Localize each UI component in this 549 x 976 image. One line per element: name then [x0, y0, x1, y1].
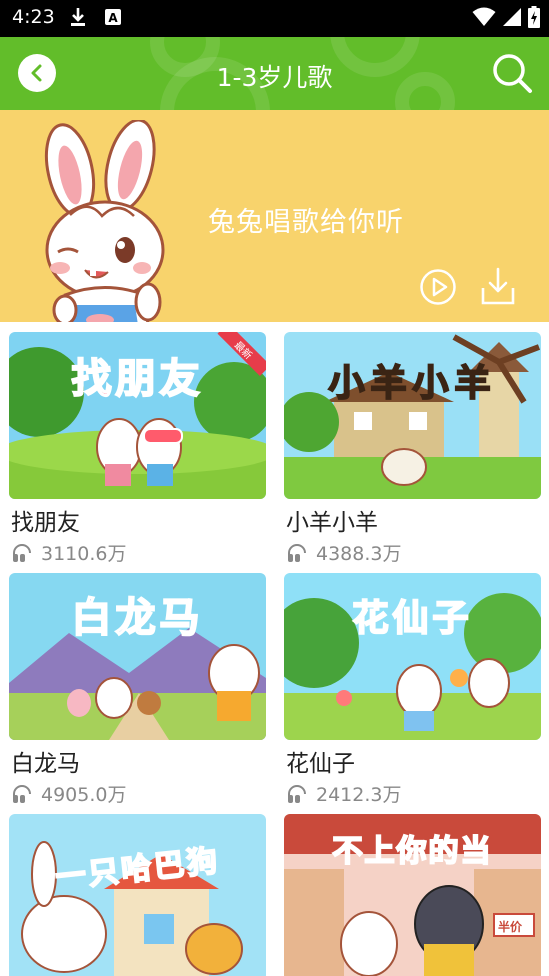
app-bar: 1-3岁儿歌: [0, 37, 549, 110]
song-card[interactable]: 花仙子 花仙子 2412.3万: [284, 573, 541, 807]
search-icon: [493, 54, 532, 93]
song-thumbnail[interactable]: 白龙马: [9, 573, 266, 740]
song-thumbnail[interactable]: 最新 找朋友: [9, 332, 266, 499]
thumbnail-title: 不上你的当: [332, 833, 493, 870]
download-icon: [481, 267, 515, 305]
page-title: 1-3岁儿歌: [216, 63, 333, 92]
headphone-icon: [288, 543, 306, 562]
thumbnail-title: 白龙马: [71, 594, 204, 642]
rabbit-mascot-illustration: [44, 120, 165, 322]
song-card[interactable]: 不上你的当 半价: [284, 814, 541, 976]
play-count-value: 4388.3万: [316, 543, 402, 565]
headphone-icon: [288, 784, 306, 803]
play-count-value: 4905.0万: [41, 784, 127, 806]
wifi-icon: [472, 6, 496, 28]
song-grid: 最新 找朋友 找朋友 3110.6万 小羊小羊 小羊小羊 4388.3万 白龙马…: [0, 322, 549, 976]
play-icon: [420, 269, 456, 305]
play-count: 2412.3万: [286, 780, 401, 807]
play-count-value: 3110.6万: [41, 543, 127, 565]
song-title: 小羊小羊: [286, 510, 378, 536]
song-thumbnail[interactable]: 一只哈巴狗: [9, 814, 266, 976]
play-count: 4905.0万: [11, 780, 126, 807]
song-title: 白龙马: [11, 751, 80, 777]
song-thumbnail[interactable]: 不上你的当 半价: [284, 814, 541, 976]
play-count: 3110.6万: [11, 539, 126, 566]
song-card[interactable]: 小羊小羊 小羊小羊 4388.3万: [284, 332, 541, 566]
thumbnail-title: 找朋友: [71, 355, 204, 403]
battery-charging-icon: [528, 6, 540, 28]
banner: 兔兔唱歌给你听: [0, 110, 549, 322]
song-card[interactable]: 最新 找朋友 找朋友 3110.6万: [9, 332, 266, 566]
thumbnail-title: 花仙子: [351, 597, 473, 640]
play-count: 4388.3万: [286, 539, 401, 566]
cell-signal-icon: [502, 6, 522, 28]
app-notification-icon: A: [104, 6, 122, 28]
song-thumbnail[interactable]: 小羊小羊: [284, 332, 541, 499]
song-card[interactable]: 白龙马 白龙马 4905.0万: [9, 573, 266, 807]
svg-text:A: A: [108, 11, 118, 25]
status-time: 4:23: [12, 6, 55, 28]
song-title: 找朋友: [11, 510, 80, 536]
headphone-icon: [13, 784, 31, 803]
play-count-value: 2412.3万: [316, 784, 402, 806]
download-notification-icon: [70, 6, 86, 28]
song-card[interactable]: 一只哈巴狗: [9, 814, 266, 976]
thumbnail-title: 小羊小羊: [327, 362, 497, 405]
headphone-icon: [13, 543, 31, 562]
play-all-button[interactable]: [419, 268, 457, 306]
banner-text: 兔兔唱歌给你听: [208, 207, 404, 238]
song-title: 花仙子: [286, 751, 355, 777]
price-sign: 半价: [498, 920, 523, 934]
status-bar: 4:23 A: [0, 0, 549, 37]
download-all-button[interactable]: [480, 266, 516, 306]
search-button[interactable]: [490, 51, 534, 95]
song-thumbnail[interactable]: 花仙子: [284, 573, 541, 740]
